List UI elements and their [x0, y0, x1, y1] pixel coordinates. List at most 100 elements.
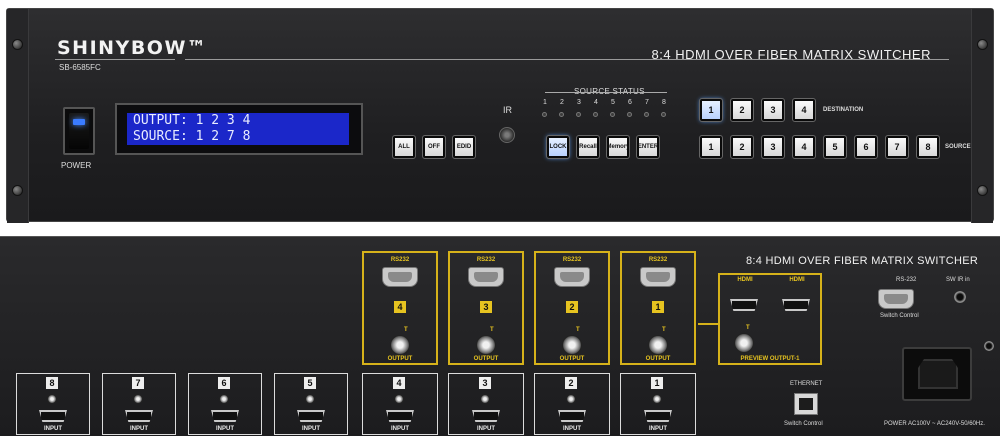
recall-button[interactable]: Recall: [576, 135, 600, 159]
ir-jack-icon[interactable]: [954, 291, 966, 303]
input-label: INPUT: [649, 426, 667, 432]
source-button-1[interactable]: 1: [699, 135, 723, 159]
lcd-display: OUTPUT: 1 2 3 4 SOURCE: 1 2 7 8: [115, 103, 363, 155]
hdmi-input-port-icon[interactable]: [211, 410, 239, 422]
input-module-5: 5 INPUT: [274, 373, 348, 435]
preview-output-label: PREVIEW OUTPUT-1: [740, 356, 800, 362]
hdmi-port-icon[interactable]: [730, 299, 758, 311]
status-led-icon: [661, 112, 666, 117]
output-label: OUTPUT: [473, 356, 499, 362]
input-number: 5: [304, 377, 316, 389]
input-module-8: 8 INPUT: [16, 373, 90, 435]
hdmi-input-port-icon[interactable]: [558, 410, 586, 422]
input-number: 4: [393, 377, 405, 389]
screw-icon: [394, 394, 404, 404]
rear-title: 8:4 HDMI OVER FIBER MATRIX SWITCHER: [746, 255, 979, 267]
divider: [55, 59, 175, 60]
hdmi-port-icon[interactable]: [782, 299, 810, 311]
hdmi-input-port-icon[interactable]: [125, 410, 153, 422]
source-button-8[interactable]: 8: [916, 135, 940, 159]
source-button-6[interactable]: 6: [854, 135, 878, 159]
fiber-output-port-icon[interactable]: [390, 335, 410, 355]
rs232-label: RS232: [390, 257, 410, 263]
rs232-port-icon[interactable]: [468, 267, 504, 287]
output-module-4: RS232 4 T OUTPUT: [362, 251, 438, 365]
screw-icon: [566, 394, 576, 404]
input-module-2: 2 INPUT: [534, 373, 610, 435]
hdmi-input-port-icon[interactable]: [39, 410, 67, 422]
fiber-output-port-icon[interactable]: [648, 335, 668, 355]
destination-button-4[interactable]: 4: [792, 98, 816, 122]
rs232-control-label: RS-232: [896, 277, 917, 283]
rack-ear-left: [7, 9, 29, 223]
memory-button[interactable]: Memory: [606, 135, 630, 159]
source-button-5[interactable]: 5: [823, 135, 847, 159]
fiber-output-port-icon[interactable]: [476, 335, 496, 355]
input-number: 2: [565, 377, 577, 389]
output-module-2: RS232 2 T OUTPUT: [534, 251, 610, 365]
source-button-3[interactable]: 3: [761, 135, 785, 159]
switch-control-label: Switch Control: [784, 421, 823, 427]
screw-icon: [12, 39, 23, 50]
output-number: 2: [566, 301, 578, 313]
status-number: 1: [543, 99, 547, 106]
status-led-icon: [644, 112, 649, 117]
status-led-icon: [542, 112, 547, 117]
output-label: OUTPUT: [387, 356, 413, 362]
t-label: T: [576, 327, 580, 333]
t-label: T: [404, 327, 408, 333]
ground-screw-icon: [984, 341, 994, 351]
status-led-icon: [559, 112, 564, 117]
source-button-4[interactable]: 4: [792, 135, 816, 159]
off-button[interactable]: OFF: [422, 135, 446, 159]
t-label: T: [490, 327, 494, 333]
front-title: 8:4 HDMI OVER FIBER MATRIX SWITCHER: [651, 47, 931, 62]
source-label: SOURCE: [945, 144, 971, 150]
enter-button[interactable]: ENTER: [636, 135, 660, 159]
rack-ear-right: [971, 9, 993, 223]
input-module-7: 7 INPUT: [102, 373, 176, 435]
fiber-output-port-icon[interactable]: [562, 335, 582, 355]
t-label: T: [662, 327, 666, 333]
input-label: INPUT: [216, 426, 234, 432]
output-number: 4: [394, 301, 406, 313]
screw-icon: [219, 394, 229, 404]
lcd-screen: OUTPUT: 1 2 3 4 SOURCE: 1 2 7 8: [127, 113, 349, 145]
ethernet-port-icon[interactable]: [794, 393, 818, 415]
destination-button-1[interactable]: 1: [699, 98, 723, 122]
brand-logo: SHINYBOW™: [57, 37, 208, 59]
power-switch[interactable]: [63, 107, 95, 155]
output-label: OUTPUT: [559, 356, 585, 362]
all-button[interactable]: ALL: [392, 135, 416, 159]
power-led-icon: [73, 119, 85, 125]
destination-button-2[interactable]: 2: [730, 98, 754, 122]
hdmi-input-port-icon[interactable]: [297, 410, 325, 422]
status-number: 7: [645, 99, 649, 106]
input-label: INPUT: [563, 426, 581, 432]
rs232-label: RS232: [476, 257, 496, 263]
hdmi-input-port-icon[interactable]: [644, 410, 672, 422]
destination-button-3[interactable]: 3: [761, 98, 785, 122]
rs232-control-port-icon[interactable]: [878, 289, 914, 309]
input-label: INPUT: [44, 426, 62, 432]
rs232-port-icon[interactable]: [382, 267, 418, 287]
fiber-preview-port-icon[interactable]: [734, 333, 754, 353]
rs232-port-icon[interactable]: [640, 267, 676, 287]
screw-icon: [652, 394, 662, 404]
lock-button[interactable]: LOCK: [546, 135, 570, 159]
hdmi-input-port-icon[interactable]: [472, 410, 500, 422]
edid-button[interactable]: EDID: [452, 135, 476, 159]
sw-ir-in-label: SW IR in: [946, 277, 970, 283]
model-number: SB-6585FC: [59, 63, 101, 72]
rocker: [69, 113, 89, 149]
input-module-3: 3 INPUT: [448, 373, 524, 435]
source-button-7[interactable]: 7: [885, 135, 909, 159]
output-number: 1: [652, 301, 664, 313]
status-led-icon: [627, 112, 632, 117]
screw-icon: [47, 394, 57, 404]
status-led-icon: [576, 112, 581, 117]
rs232-port-icon[interactable]: [554, 267, 590, 287]
hdmi-input-port-icon[interactable]: [386, 410, 414, 422]
source-button-2[interactable]: 2: [730, 135, 754, 159]
power-inlet-icon[interactable]: [902, 347, 972, 401]
